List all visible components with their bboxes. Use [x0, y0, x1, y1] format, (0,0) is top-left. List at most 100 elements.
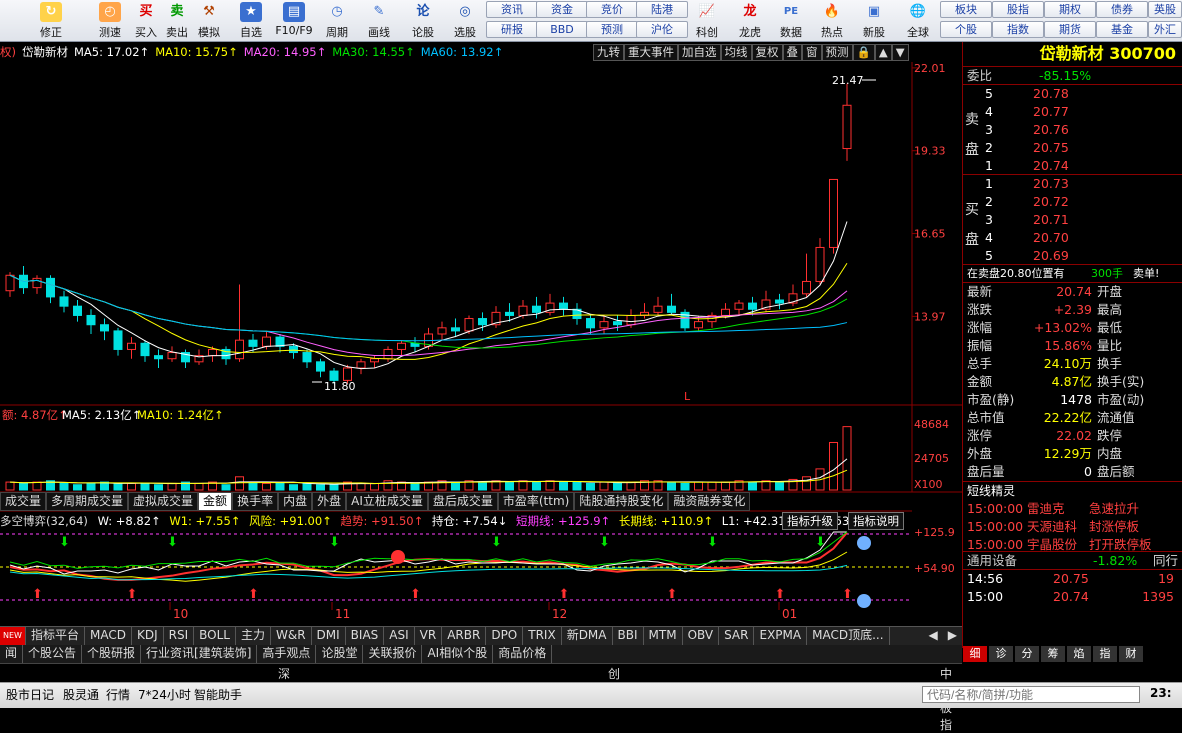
tab-industry-news[interactable]: 行业资讯[建筑装饰]: [141, 645, 258, 663]
toolbar-buy[interactable]: 买买入: [131, 1, 161, 41]
tab-arbr[interactable]: ARBR: [442, 627, 487, 645]
tab-volume[interactable]: 成交量: [0, 492, 47, 511]
tab-window[interactable]: 窗: [802, 44, 822, 61]
tab-trix[interactable]: TRIX: [523, 627, 562, 645]
tab-macd-top-bottom[interactable]: MACD顶底...: [807, 627, 890, 645]
btn-sector[interactable]: 板块: [940, 1, 992, 18]
tab-amount[interactable]: 金额: [198, 492, 233, 511]
status-lingtong[interactable]: 股灵通: [63, 686, 99, 703]
tab-dmi[interactable]: DMI: [312, 627, 346, 645]
detail-tab[interactable]: 焰: [1067, 646, 1091, 662]
toolbar-data[interactable]: PE 数据: [774, 1, 808, 41]
search-input[interactable]: [922, 686, 1140, 703]
tab-ma[interactable]: 均线: [720, 44, 752, 61]
toolbar-hotspot[interactable]: 🔥 热点: [815, 1, 849, 41]
tab-inner-disk[interactable]: 内盘: [278, 492, 313, 511]
tab-add-watch[interactable]: 加自选: [678, 44, 721, 61]
tab-adjust[interactable]: 复权: [751, 44, 783, 61]
toolbar-global[interactable]: 🌐 全球: [900, 1, 936, 41]
tab-after-hours-volume[interactable]: 盘后成交量: [427, 492, 498, 511]
tab-obv[interactable]: OBV: [683, 627, 720, 645]
tab-commodity-prices[interactable]: 商品价格: [493, 645, 553, 663]
btn-index[interactable]: 指数: [992, 21, 1044, 38]
scroll-left-icon[interactable]: ◀: [924, 627, 943, 645]
tab-major-events[interactable]: 重大事件: [624, 44, 678, 61]
down-arrow-icon[interactable]: ▼: [891, 44, 909, 61]
toolbar-edit[interactable]: ↻ 修正: [36, 1, 66, 41]
btn-hk-connect[interactable]: 陆港: [636, 1, 688, 18]
tab-ai-similar[interactable]: AI相似个股: [422, 645, 494, 663]
detail-tab[interactable]: 指: [1093, 646, 1117, 662]
tab-main-force[interactable]: 主力: [236, 627, 271, 645]
btn-capital[interactable]: 资金: [536, 1, 588, 18]
btn-bbd[interactable]: BBD: [536, 21, 588, 38]
tab-vr[interactable]: VR: [415, 627, 443, 645]
toolbar-picker[interactable]: ◎ 选股: [450, 1, 480, 41]
peers-button[interactable]: 同行: [1153, 552, 1178, 570]
ticker-shenzhen[interactable]: 深: [278, 665, 290, 682]
tab-forum[interactable]: 论股堂: [316, 645, 364, 663]
tab-rsi[interactable]: RSI: [164, 627, 195, 645]
toolbar-drawline[interactable]: ✎ 画线: [364, 1, 394, 41]
btn-forex[interactable]: 外汇: [1148, 21, 1182, 38]
tab-wr[interactable]: W&R: [271, 627, 312, 645]
tab-expma[interactable]: EXPMA: [754, 627, 808, 645]
tab-sar[interactable]: SAR: [719, 627, 755, 645]
btn-research[interactable]: 研报: [486, 21, 538, 38]
toolbar-speedtest[interactable]: ◴ 测速: [95, 1, 125, 41]
tab-related-quotes[interactable]: 关联报价: [363, 645, 423, 663]
toolbar-f10[interactable]: ▤ F10/F9: [273, 1, 315, 41]
btn-forecast[interactable]: 预测: [586, 21, 638, 38]
toolbar-star-market[interactable]: 📈 科创: [690, 1, 724, 41]
tab-asi[interactable]: ASI: [384, 627, 415, 645]
stock-chart[interactable]: 22.01 19.33 16.65 13.97 21.47 11.80 L 额: 4.…: [0, 62, 962, 626]
btn-shanghai-london[interactable]: 沪伦: [636, 21, 688, 38]
btn-stock[interactable]: 个股: [940, 21, 992, 38]
tab-new-dma[interactable]: 新DMA: [562, 627, 613, 645]
tab-hk-holding[interactable]: 陆股通持股变化: [574, 492, 669, 511]
detail-tab[interactable]: 筹: [1041, 646, 1065, 662]
toolbar-simulate[interactable]: ⚒ 模拟: [194, 1, 224, 41]
toolbar-sell[interactable]: 卖卖出: [162, 1, 192, 41]
tab-margin[interactable]: 融资融券变化: [668, 492, 751, 511]
tab-pe-ttm[interactable]: 市盈率(ttm): [497, 492, 575, 511]
tab-ai-volume[interactable]: AI立桩成交量: [346, 492, 428, 511]
lock-icon[interactable]: 🔒: [852, 44, 875, 61]
tab-stock-research[interactable]: 个股研报: [82, 645, 142, 663]
up-arrow-icon[interactable]: ▲: [874, 44, 892, 61]
toolbar-dragon-tiger[interactable]: 龙龙虎: [733, 1, 767, 41]
tab-nine-turn[interactable]: 九转: [593, 44, 624, 61]
tab-indicator-platform[interactable]: 指标平台: [26, 627, 85, 645]
toolbar-discuss[interactable]: 论论股: [408, 1, 438, 41]
detail-tab[interactable]: 细: [963, 646, 987, 662]
btn-news[interactable]: 资讯: [486, 1, 538, 18]
ticker-chinext[interactable]: 创: [608, 665, 620, 682]
tab-boll[interactable]: BOLL: [194, 627, 236, 645]
indicator-help-button[interactable]: 指标说明: [848, 512, 904, 530]
tab-kdj[interactable]: KDJ: [132, 627, 164, 645]
tab-news[interactable]: 闻: [0, 645, 24, 663]
btn-stock-index[interactable]: 股指: [992, 1, 1044, 18]
tab-virtual-volume[interactable]: 虚拟成交量: [128, 492, 199, 511]
tab-outer-disk[interactable]: 外盘: [312, 492, 347, 511]
status-24h[interactable]: 7*24小时: [138, 686, 191, 703]
status-assistant[interactable]: 智能助手: [194, 686, 242, 703]
tab-multi-period-volume[interactable]: 多周期成交量: [46, 492, 129, 511]
tab-bias[interactable]: BIAS: [346, 627, 385, 645]
detail-tab[interactable]: 诊: [989, 646, 1013, 662]
btn-uk-stock[interactable]: 英股: [1148, 1, 1182, 18]
tab-bbi[interactable]: BBI: [613, 627, 644, 645]
tab-expert-views[interactable]: 高手观点: [257, 645, 317, 663]
btn-futures[interactable]: 期货: [1044, 21, 1096, 38]
tab-dpo[interactable]: DPO: [486, 627, 524, 645]
toolbar-period[interactable]: ◷ 周期: [322, 1, 352, 41]
btn-options[interactable]: 期权: [1044, 1, 1096, 18]
tab-forecast[interactable]: 预测: [821, 44, 853, 61]
btn-bonds[interactable]: 债券: [1096, 1, 1148, 18]
detail-tab[interactable]: 分: [1015, 646, 1039, 662]
btn-funds[interactable]: 基金: [1096, 21, 1148, 38]
tab-turnover[interactable]: 换手率: [232, 492, 279, 511]
status-quotes[interactable]: 行情: [106, 686, 130, 703]
btn-auction[interactable]: 竞价: [586, 1, 638, 18]
toolbar-new-stock[interactable]: ▣ 新股: [857, 1, 891, 41]
